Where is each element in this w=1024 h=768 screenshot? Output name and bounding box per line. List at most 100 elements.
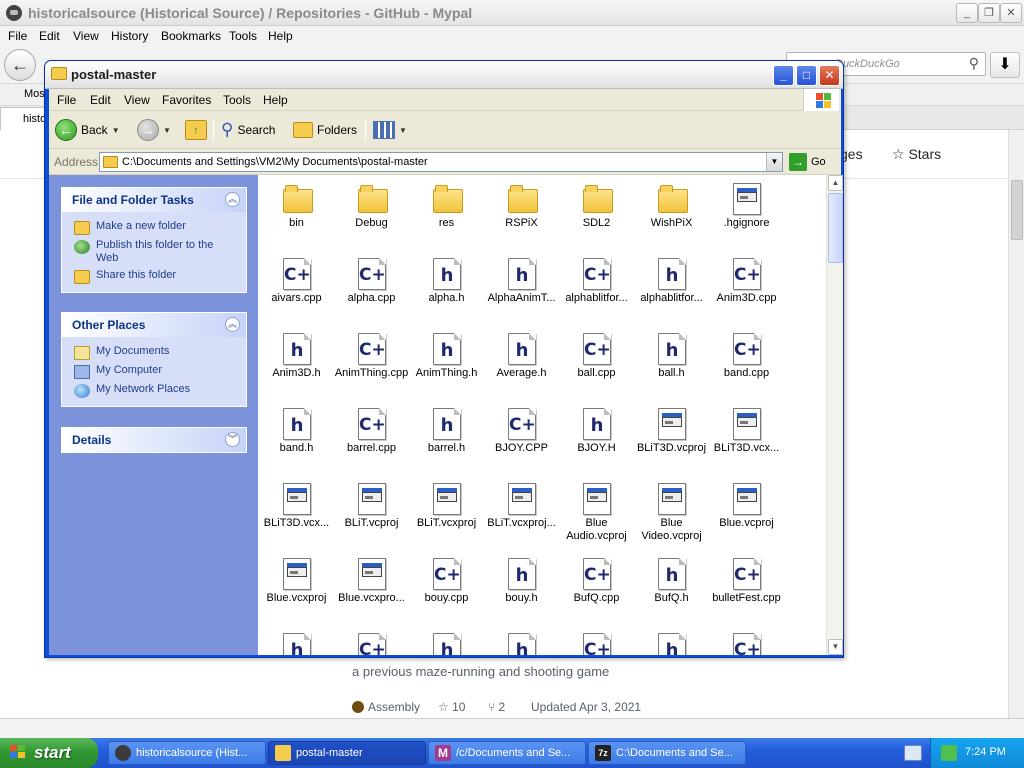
address-input[interactable]: C:\Documents and Settings\VM2\My Documen… xyxy=(99,152,783,172)
file-item[interactable]: C+ Anim3D.cpp xyxy=(709,256,784,331)
collapse-chevron-icon[interactable]: ︽ xyxy=(225,317,240,332)
forward-button[interactable]: → ▼ xyxy=(137,117,171,143)
browser-back-button[interactable]: ← xyxy=(4,49,36,81)
place-my-documents[interactable]: My Documents xyxy=(74,343,236,362)
task-share-folder[interactable]: Share this folder xyxy=(74,267,236,286)
file-item[interactable]: h AlphaAnimT... xyxy=(484,256,559,331)
file-item[interactable]: bin xyxy=(259,181,334,256)
file-item[interactable]: BLiT3D.vcproj xyxy=(634,406,709,481)
explorer-titlebar[interactable]: postal-master _ □ ✕ xyxy=(45,61,843,89)
taskbar-item-explorer[interactable]: postal-master xyxy=(268,741,426,765)
file-list-scrollbar[interactable]: ▲ ▼ xyxy=(826,175,843,655)
taskbar-item-browser[interactable]: historicalsource (Hist... xyxy=(108,741,266,765)
dropdown-arrow-icon[interactable]: ▼ xyxy=(399,126,407,135)
taskbar-item-7zip[interactable]: 7z C:\Documents and Se... xyxy=(588,741,746,765)
browser-menu-file[interactable]: File xyxy=(8,29,27,43)
file-item[interactable]: C+ ball.cpp xyxy=(559,331,634,406)
file-item[interactable]: h alpha.h xyxy=(409,256,484,331)
repo-forks[interactable]: ⑂ 2 xyxy=(488,700,505,714)
file-item[interactable]: SDL2 xyxy=(559,181,634,256)
browser-menu-edit[interactable]: Edit xyxy=(39,29,60,43)
file-item[interactable]: h ball.h xyxy=(634,331,709,406)
file-item[interactable]: C+ AnimThing.cpp xyxy=(334,331,409,406)
taskbar-item-msys[interactable]: M /c/Documents and Se... xyxy=(428,741,586,765)
browser-menu-tools[interactable]: Tools xyxy=(229,29,257,43)
browser-menu-help[interactable]: Help xyxy=(268,29,293,43)
browser-tab-github[interactable]: histo xyxy=(0,107,46,130)
browser-minimize-button[interactable]: _ xyxy=(956,3,978,23)
browser-menu-bookmarks[interactable]: Bookmarks xyxy=(161,29,221,43)
file-item[interactable]: Debug xyxy=(334,181,409,256)
menu-file[interactable]: File xyxy=(57,93,76,107)
folders-button[interactable]: Folders xyxy=(293,117,357,143)
scroll-up-icon[interactable]: ▲ xyxy=(828,175,843,191)
github-nav-stars[interactable]: ☆ Stars xyxy=(892,146,941,163)
search-icon[interactable]: ⚲ xyxy=(969,55,979,72)
file-item[interactable]: h bouy.h xyxy=(484,556,559,631)
file-item[interactable]: h AnimThing.h xyxy=(409,331,484,406)
file-item[interactable]: h Anim3D.h xyxy=(259,331,334,406)
file-item[interactable]: BLiT.vcxproj xyxy=(409,481,484,556)
file-item[interactable]: WishPiX xyxy=(634,181,709,256)
file-item[interactable]: h BJOY.H xyxy=(559,406,634,481)
file-item[interactable]: h xyxy=(484,631,559,655)
go-button[interactable]: → Go xyxy=(789,153,826,171)
panel-header[interactable]: File and Folder Tasks ︽ xyxy=(62,188,246,212)
place-my-computer[interactable]: My Computer xyxy=(74,362,236,381)
explorer-close-button[interactable]: ✕ xyxy=(819,65,840,86)
back-button[interactable]: ← Back ▼ xyxy=(55,117,120,143)
scrollbar-thumb[interactable] xyxy=(828,193,843,263)
file-item[interactable]: C+ xyxy=(709,631,784,655)
file-item[interactable]: .hgignore xyxy=(709,181,784,256)
file-item[interactable]: BLiT.vcproj xyxy=(334,481,409,556)
keyboard-icon[interactable] xyxy=(904,745,922,761)
download-icon[interactable]: ⬇ xyxy=(990,52,1020,78)
file-item[interactable]: C+ bulletFest.cpp xyxy=(709,556,784,631)
browser-close-button[interactable]: ✕ xyxy=(1000,3,1022,23)
dropdown-arrow-icon[interactable]: ▼ xyxy=(112,126,120,135)
menu-favorites[interactable]: Favorites xyxy=(162,93,211,107)
file-item[interactable]: Blue Video.vcproj xyxy=(634,481,709,556)
file-item[interactable]: BLiT3D.vcx... xyxy=(259,481,334,556)
search-button[interactable]: ⚲ Search xyxy=(221,117,275,143)
dropdown-arrow-icon[interactable]: ▼ xyxy=(163,126,171,135)
menu-view[interactable]: View xyxy=(124,93,150,107)
menu-help[interactable]: Help xyxy=(263,93,288,107)
browser-menu-view[interactable]: View xyxy=(73,29,99,43)
menu-tools[interactable]: Tools xyxy=(223,93,251,107)
file-item[interactable]: C+ band.cpp xyxy=(709,331,784,406)
file-item[interactable]: h BufQ.h xyxy=(634,556,709,631)
file-item[interactable]: h xyxy=(409,631,484,655)
repo-stars[interactable]: ☆ 10 xyxy=(438,700,465,714)
file-item[interactable]: C+ xyxy=(334,631,409,655)
file-item[interactable]: Blue.vcxproj xyxy=(259,556,334,631)
file-item[interactable]: h barrel.h xyxy=(409,406,484,481)
file-item[interactable]: C+ alpha.cpp xyxy=(334,256,409,331)
file-item[interactable]: C+ aivars.cpp xyxy=(259,256,334,331)
explorer-maximize-button[interactable]: □ xyxy=(796,65,817,86)
file-item[interactable]: C+ BufQ.cpp xyxy=(559,556,634,631)
up-folder-button[interactable]: ↑ xyxy=(185,117,207,143)
file-item[interactable]: C+ BJOY.CPP xyxy=(484,406,559,481)
file-item[interactable]: C+ alphablitfor... xyxy=(559,256,634,331)
panel-header[interactable]: Details ︾ xyxy=(62,428,246,452)
file-item[interactable]: C+ bouy.cpp xyxy=(409,556,484,631)
collapse-chevron-icon[interactable]: ︽ xyxy=(225,192,240,207)
clock[interactable]: 7:24 PM xyxy=(965,746,1006,758)
file-item[interactable]: h xyxy=(634,631,709,655)
place-my-network-places[interactable]: My Network Places xyxy=(74,381,236,400)
start-button[interactable]: start xyxy=(0,738,98,768)
network-tray-icon[interactable] xyxy=(941,745,957,761)
task-publish-folder[interactable]: Publish this folder to the Web xyxy=(74,237,236,267)
file-item[interactable]: h xyxy=(259,631,334,655)
file-item[interactable]: Blue Audio.vcproj xyxy=(559,481,634,556)
file-item[interactable]: C+ barrel.cpp xyxy=(334,406,409,481)
file-item[interactable]: RSPiX xyxy=(484,181,559,256)
file-list-view[interactable]: bin Debug res RSPiX SDL2 WishPiX .hgignore C+ ai… xyxy=(258,175,826,655)
views-button[interactable]: ▼ xyxy=(373,117,407,143)
file-item[interactable]: h alphablitfor... xyxy=(634,256,709,331)
browser-menu-history[interactable]: History xyxy=(111,29,148,43)
file-item[interactable]: h Average.h xyxy=(484,331,559,406)
expand-chevron-icon[interactable]: ︾ xyxy=(225,432,240,447)
file-item[interactable]: h band.h xyxy=(259,406,334,481)
